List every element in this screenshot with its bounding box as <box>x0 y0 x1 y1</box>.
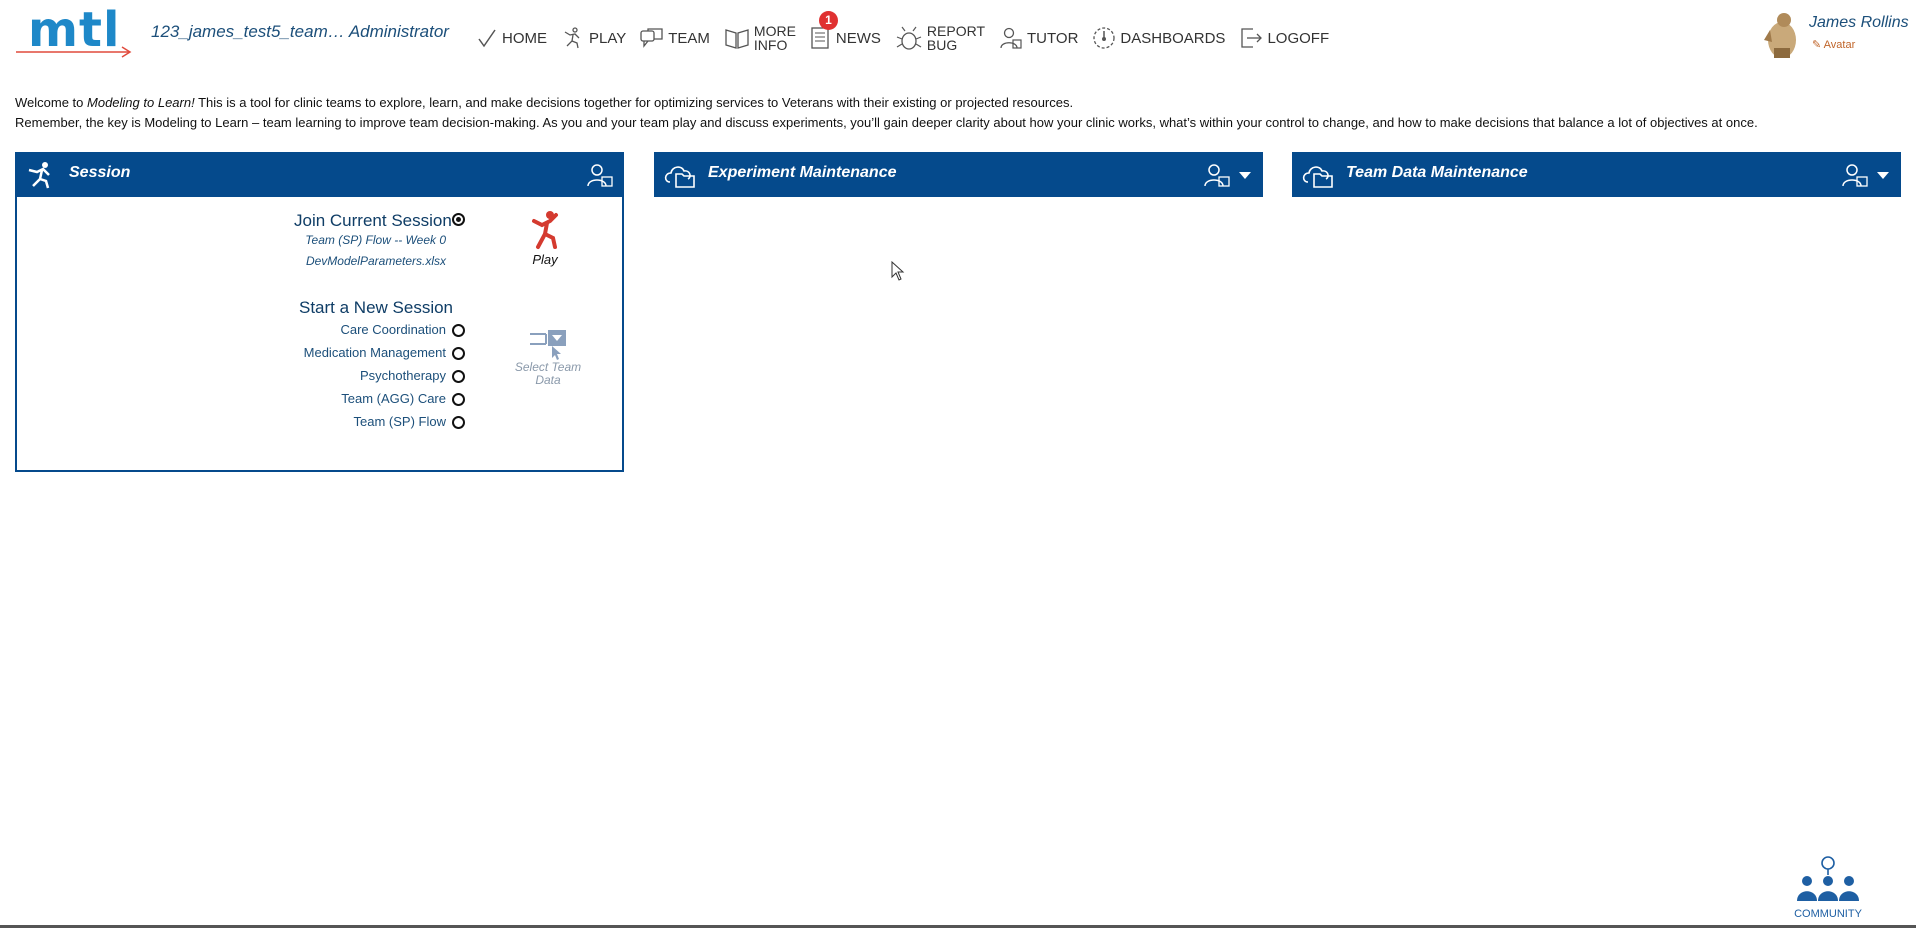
nav-report-bug-label: REPORT BUG <box>927 24 985 52</box>
checkmark-icon <box>478 29 496 48</box>
select-label-line2: Data <box>535 373 561 387</box>
team-data-panel-actions <box>1841 162 1891 188</box>
nav-home-label: HOME <box>502 29 547 47</box>
session-option-label[interactable]: Medication Management <box>304 345 446 363</box>
nav-more-info-line1: MORE <box>753 23 796 39</box>
running-person-icon <box>532 211 558 249</box>
nav-logoff[interactable]: LOGOFF <box>1239 26 1329 50</box>
nav-play-label: PLAY <box>589 29 627 47</box>
logout-icon <box>1241 28 1263 48</box>
edit-avatar-link[interactable]: ✎ Avatar <box>1812 38 1855 51</box>
edit-avatar-label: Avatar <box>1823 39 1856 51</box>
intro-line-1: Welcome to Modeling to Learn! This is a … <box>15 93 1905 113</box>
avatar[interactable] <box>1760 10 1804 60</box>
play-button[interactable]: Play <box>520 210 570 270</box>
nav-tutor[interactable]: TUTOR <box>999 26 1078 50</box>
intro-emphasis: Modeling to Learn! <box>87 95 195 110</box>
session-panel-title: Session <box>69 164 131 181</box>
nav-report-bug[interactable]: REPORT BUG <box>895 24 985 52</box>
user-settings-icon[interactable] <box>1203 162 1231 188</box>
nav-report-line2: BUG <box>926 37 958 53</box>
experiment-panel-title: Experiment Maintenance <box>708 164 897 181</box>
nav-home[interactable]: HOME <box>476 27 547 49</box>
team-data-panel-header[interactable]: Team Data Maintenance <box>1292 152 1901 197</box>
session-panel-actions <box>586 162 614 188</box>
nav-team-label: TEAM <box>668 29 710 47</box>
nav-more-info[interactable]: MORE INFO <box>724 24 796 52</box>
logo-arrow-icon <box>16 46 132 58</box>
user-name: James Rollins <box>1809 14 1909 31</box>
session-option-radio[interactable] <box>452 416 465 429</box>
nav-more-info-line2: INFO <box>753 37 788 53</box>
nav-news[interactable]: NEWS <box>810 26 881 50</box>
play-label: Play <box>532 252 558 267</box>
cloud-folder-icon <box>1302 166 1333 188</box>
nav-report-line1: REPORT <box>926 23 986 39</box>
join-session-model: Team (SP) Flow -- Week 0 <box>305 233 446 247</box>
nav-play[interactable]: PLAY <box>561 26 626 50</box>
session-option-radio[interactable] <box>452 347 465 360</box>
experiment-panel-actions <box>1203 162 1253 188</box>
session-option-radio[interactable] <box>452 393 465 406</box>
user-settings-icon[interactable] <box>586 162 614 188</box>
mtl-logo[interactable]: mtl <box>14 2 134 60</box>
session-option-radio[interactable] <box>452 324 465 337</box>
intro-rest: This is a tool for clinic teams to explo… <box>194 95 1074 110</box>
join-session-radio[interactable] <box>452 213 465 226</box>
session-option-label[interactable]: Team (AGG) Care <box>341 391 446 409</box>
start-session-title: Start a New Session <box>299 298 454 317</box>
running-person-icon <box>28 162 50 189</box>
join-session-file: DevModelParameters.xlsx <box>305 254 446 268</box>
nav-team[interactable]: TEAM <box>640 27 710 49</box>
gauge-icon <box>1093 27 1116 49</box>
nav-logoff-label: LOGOFF <box>1267 29 1330 47</box>
top-bar: mtl 123_james_test5_team… Administrator … <box>0 0 1916 80</box>
intro-line-2: Remember, the key is Modeling to Learn –… <box>15 115 1758 130</box>
session-panel-header: Session <box>15 152 624 197</box>
main-nav: HOME PLAY TEAM MORE INFO NEWS REPORT BUG… <box>476 20 1343 56</box>
team-data-panel-title: Team Data Maintenance <box>1346 164 1528 181</box>
experiment-panel-header[interactable]: Experiment Maintenance <box>654 152 1263 197</box>
chat-bubbles-icon <box>640 28 663 48</box>
team-title[interactable]: 123_james_test5_team… Administrator <box>151 22 449 42</box>
community-label: COMMUNITY <box>1794 908 1862 920</box>
nav-more-info-label: MORE INFO <box>754 24 796 52</box>
caret-down-icon[interactable] <box>1237 169 1253 181</box>
user-profile[interactable]: James Rollins ✎ Avatar <box>1760 10 1910 60</box>
intro-text: Welcome to Modeling to Learn! This is a … <box>15 93 1905 133</box>
nav-tutor-label: TUTOR <box>1027 29 1079 47</box>
session-option-label[interactable]: Team (SP) Flow <box>354 414 446 432</box>
select-data-icon <box>530 330 566 360</box>
cloud-folder-icon <box>664 166 695 188</box>
tutor-person-icon <box>1000 27 1022 49</box>
open-book-icon <box>725 29 749 49</box>
select-team-data-label: Select Team Data <box>508 361 588 387</box>
mouse-cursor-icon <box>891 261 905 281</box>
community-button[interactable]: COMMUNITY <box>1790 855 1866 925</box>
intro-prefix: Welcome to <box>15 95 88 110</box>
nav-news-label: NEWS <box>835 29 881 47</box>
session-option-radio[interactable] <box>452 370 465 383</box>
session-option-label[interactable]: Care Coordination <box>340 322 446 340</box>
caret-down-icon[interactable] <box>1875 169 1891 181</box>
news-count-badge: 1 <box>819 11 838 30</box>
pencil-icon: ✎ <box>1812 39 1822 51</box>
community-group-icon <box>1797 856 1859 901</box>
session-option-label[interactable]: Psychotherapy <box>360 368 446 386</box>
user-settings-icon[interactable] <box>1841 162 1869 188</box>
nav-dashboards-label: DASHBOARDS <box>1120 29 1226 47</box>
running-person-icon <box>564 27 580 49</box>
nav-dashboards[interactable]: DASHBOARDS <box>1092 26 1225 50</box>
select-team-data-button[interactable]: Select Team Data <box>508 328 588 398</box>
bug-icon <box>896 26 922 50</box>
join-session-title[interactable]: Join Current Session <box>294 211 452 231</box>
